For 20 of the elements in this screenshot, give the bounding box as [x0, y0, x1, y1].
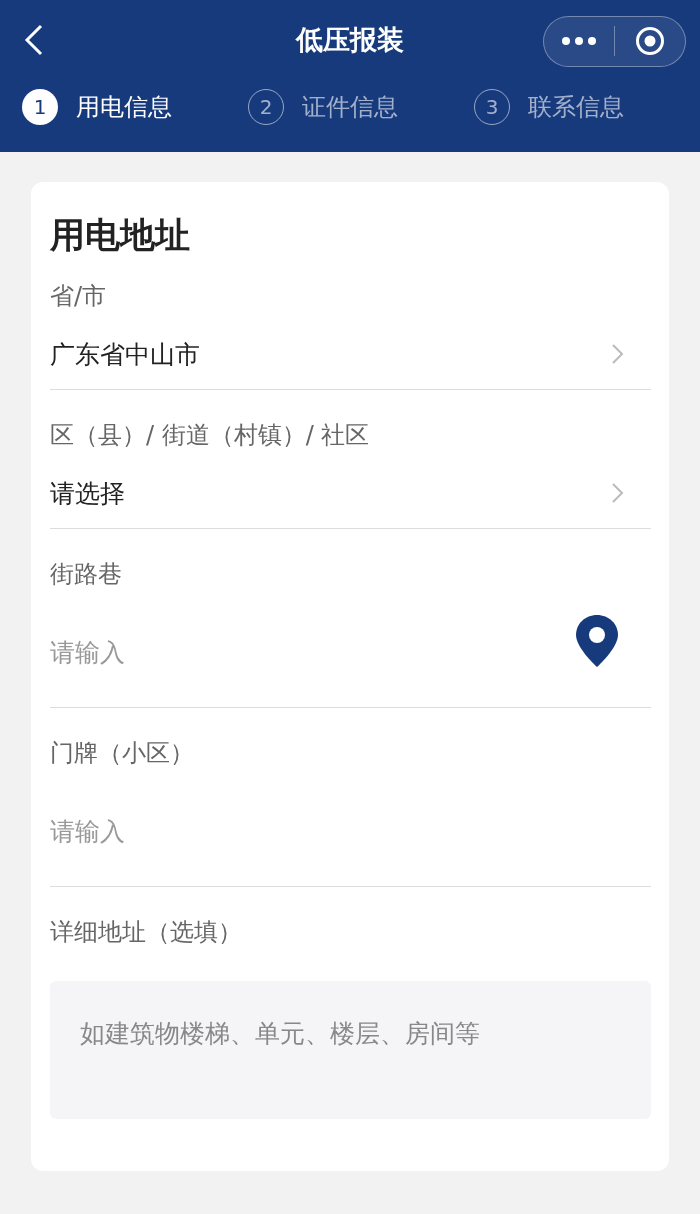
- chevron-right-icon: [611, 482, 625, 504]
- select-field[interactable]: 请选择: [50, 458, 651, 529]
- textarea-field[interactable]: 如建筑物楼梯、单元、楼层、房间等: [50, 981, 651, 1119]
- more-icon: [562, 37, 596, 45]
- location-pin-icon[interactable]: [575, 614, 619, 668]
- field-label: 省/市: [50, 281, 108, 312]
- select-field[interactable]: 广东省中山市: [50, 319, 651, 390]
- field-label: 街路巷: [50, 559, 123, 590]
- page-title: 低压报装: [294, 23, 405, 57]
- step-label[interactable]: 联系信息: [528, 91, 624, 123]
- field-label: 门牌（小区）: [50, 738, 195, 769]
- step-label[interactable]: 用电信息: [76, 91, 172, 123]
- step-label[interactable]: 证件信息: [302, 91, 398, 123]
- chevron-right-icon: [611, 343, 625, 365]
- step-number: 1: [22, 89, 58, 125]
- field-label: 区（县）/ 街道（村镇）/ 社区: [50, 420, 371, 451]
- field-label: 详细地址（选填）: [50, 917, 243, 948]
- chevron-left-icon: [24, 24, 44, 56]
- section-title: 用电地址: [50, 214, 191, 257]
- target-icon: [635, 26, 665, 56]
